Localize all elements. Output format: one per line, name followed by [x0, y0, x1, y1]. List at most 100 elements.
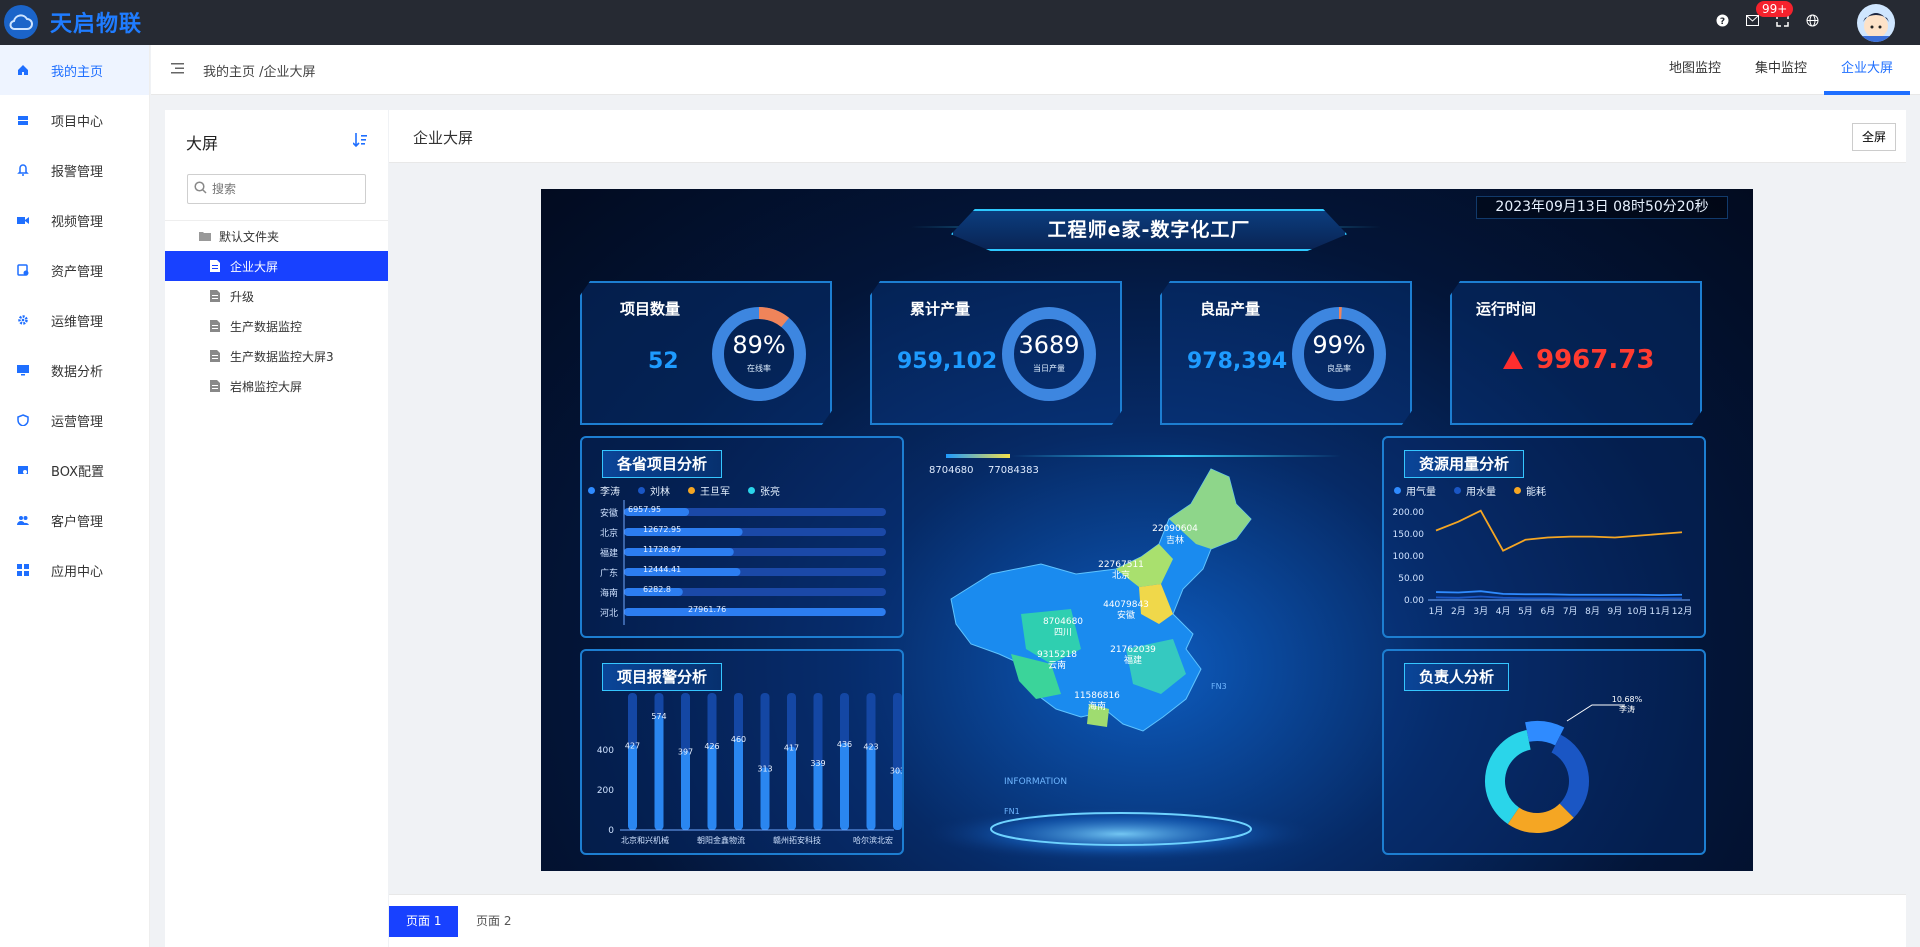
legend-item: 王旦军 — [688, 483, 730, 498]
box-icon — [16, 463, 30, 477]
help-icon[interactable]: ? — [1714, 12, 1730, 28]
map-name: 安徽 — [1117, 609, 1135, 621]
legend-item: 刘林 — [638, 483, 670, 498]
bg-fn3-text: FN3 — [1211, 682, 1227, 691]
sidebar-item-label: 运维管理 — [51, 314, 104, 330]
tree-item-enterprise[interactable]: 企业大屏 — [165, 251, 388, 281]
tab-map-monitor[interactable]: 地图监控 — [1652, 45, 1738, 95]
file-icon — [210, 290, 222, 302]
tab-enterprise-screen[interactable]: 企业大屏 — [1823, 45, 1910, 95]
sidebar-item-customers[interactable]: 客户管理 — [0, 495, 149, 545]
fullscreen-button[interactable]: 全屏 — [1851, 123, 1896, 151]
legend-item: 张亮 — [748, 483, 780, 498]
page-header: 我的主页 /企业大屏 地图监控 集中监控 企业大屏 — [151, 45, 1920, 95]
sidebar-item-home[interactable]: 我的主页 — [0, 45, 149, 95]
data-label: 12444.41 — [643, 565, 681, 574]
kpi-ring: 3689 当日产量 — [1000, 305, 1098, 403]
data-label: 426 — [704, 742, 719, 751]
tree-folder-default[interactable]: 默认文件夹 — [165, 221, 388, 251]
menu-toggle-icon[interactable] — [171, 63, 184, 78]
page-tab-2[interactable]: 页面 2 — [459, 906, 528, 937]
leader-line — [1566, 704, 1625, 722]
page-tab-1[interactable]: 页面 1 — [389, 906, 459, 937]
sidebar-item-apps[interactable]: 应用中心 — [0, 545, 149, 595]
sidebar-item-label: 应用中心 — [51, 564, 104, 580]
content-header: 企业大屏 全屏 — [389, 110, 1906, 163]
china-map[interactable]: 22090604 吉林 22767511 北京 44079843 安徽 8704… — [911, 449, 1331, 869]
x-tick-label: 10月 — [1627, 606, 1647, 617]
user-avatar[interactable] — [1857, 4, 1895, 42]
sidebar-item-alarms[interactable]: 报警管理 — [0, 145, 149, 195]
file-label: 升级 — [230, 289, 255, 304]
ring-label: 良品率 — [1327, 364, 1351, 373]
bar — [707, 744, 717, 830]
sort-icon[interactable] — [352, 132, 367, 152]
asset-icon — [16, 263, 30, 277]
sidebar-item-projects[interactable]: 项目中心 — [0, 95, 149, 145]
brand-name: 天启物联 — [50, 12, 143, 37]
ring-value: 3689 — [1018, 331, 1080, 359]
data-label: 12672.95 — [643, 525, 681, 534]
x-tick-label: 5月 — [1518, 606, 1533, 617]
brand-logo[interactable]: 天启物联 — [4, 5, 142, 39]
tree-item-rockwool[interactable]: 岩棉监控大屏 — [165, 371, 388, 401]
panel-title: 资源用量分析 — [1404, 450, 1525, 478]
search-box — [187, 174, 366, 204]
map-name: 福建 — [1124, 654, 1142, 666]
sidebar-item-box-config[interactable]: BOX配置 — [0, 445, 149, 495]
tree-item-production[interactable]: 生产数据监控 — [165, 311, 388, 341]
map-value: 9315218 — [1037, 650, 1077, 660]
page-tabs: 页面 1 页面 2 — [389, 894, 1906, 947]
shield-icon — [16, 413, 30, 427]
legend-label: 张亮 — [760, 487, 780, 498]
tree-item-production-3[interactable]: 生产数据监控大屏3 — [165, 341, 388, 371]
data-label: 313 — [757, 764, 772, 773]
sidebar-item-analytics[interactable]: 数据分析 — [0, 345, 149, 395]
category-label: 海南 — [600, 587, 618, 599]
search-input[interactable] — [212, 182, 362, 196]
content-title: 企业大屏 — [413, 129, 474, 147]
kpi-label: 运行时间 — [1476, 300, 1537, 318]
ring-value: 89% — [732, 331, 786, 359]
video-icon — [16, 213, 30, 227]
dashboard-clock: 2023年09月13日 08时50分20秒 — [1476, 196, 1728, 219]
globe-icon[interactable] — [1804, 12, 1820, 28]
svg-text:?: ? — [1719, 17, 1724, 27]
sidebar-item-assets[interactable]: 资产管理 — [0, 245, 149, 295]
bar — [624, 528, 743, 536]
ring-value: 99% — [1312, 331, 1366, 359]
panel-title: 大屏 — [186, 134, 219, 153]
file-icon — [210, 320, 222, 332]
sidebar-item-ops[interactable]: 运维管理 — [0, 295, 149, 345]
file-label: 企业大屏 — [230, 259, 279, 274]
sidebar-item-video[interactable]: 视频管理 — [0, 195, 149, 245]
tab-central-monitor[interactable]: 集中监控 — [1738, 45, 1824, 95]
kpi-value: 978,394 — [1187, 349, 1288, 374]
dashboard-canvas[interactable]: 工程师e家-数字化工厂 2023年09月13日 08时50分20秒 项目数量 5… — [541, 189, 1753, 871]
resource-line-chart: 200.00 150.00 100.00 50.00 0.00 1月 2月 3月 4月 5月 6月 7… — [1393, 508, 1693, 617]
x-tick-label: 2月 — [1451, 606, 1466, 617]
x-tick-label: 哈尔滨北宏 — [853, 835, 893, 845]
view-tabs: 地图监控 集中监控 企业大屏 — [1652, 45, 1910, 95]
series-line — [1435, 595, 1682, 600]
bg-info-text: INFORMATION — [1004, 777, 1067, 787]
map-name: 四川 — [1054, 628, 1072, 638]
bell-icon — [16, 163, 30, 177]
bar — [893, 769, 902, 830]
file-label: 生产数据监控大屏3 — [230, 349, 334, 364]
alarm-panel: 项目报警分析 400 200 0 427 574 397 426 460 313 417 339 43… — [580, 649, 904, 855]
kpi-value: 959,102 — [897, 349, 998, 374]
legend-item: 李涛 — [588, 483, 620, 498]
alarm-bar-chart: 400 200 0 427 574 397 426 460 313 417 339 436 423 303… — [597, 693, 902, 845]
category-label: 安徽 — [600, 507, 618, 519]
x-tick-label: 北京和兴机械 — [621, 835, 669, 845]
data-label: 423 — [863, 742, 878, 751]
sidebar-item-operations[interactable]: 运营管理 — [0, 395, 149, 445]
data-label: 397 — [678, 748, 693, 757]
province-legend: 李涛 刘林 王旦军 张亮 — [588, 483, 780, 498]
tree-item-upgrade[interactable]: 升级 — [165, 281, 388, 311]
x-tick-label: 7月 — [1563, 606, 1578, 617]
kpi-card-runtime: 运行时间 9967.73 — [1450, 281, 1702, 425]
file-icon — [210, 350, 222, 362]
x-tick-label: 赣州拓安科技 — [773, 835, 821, 845]
